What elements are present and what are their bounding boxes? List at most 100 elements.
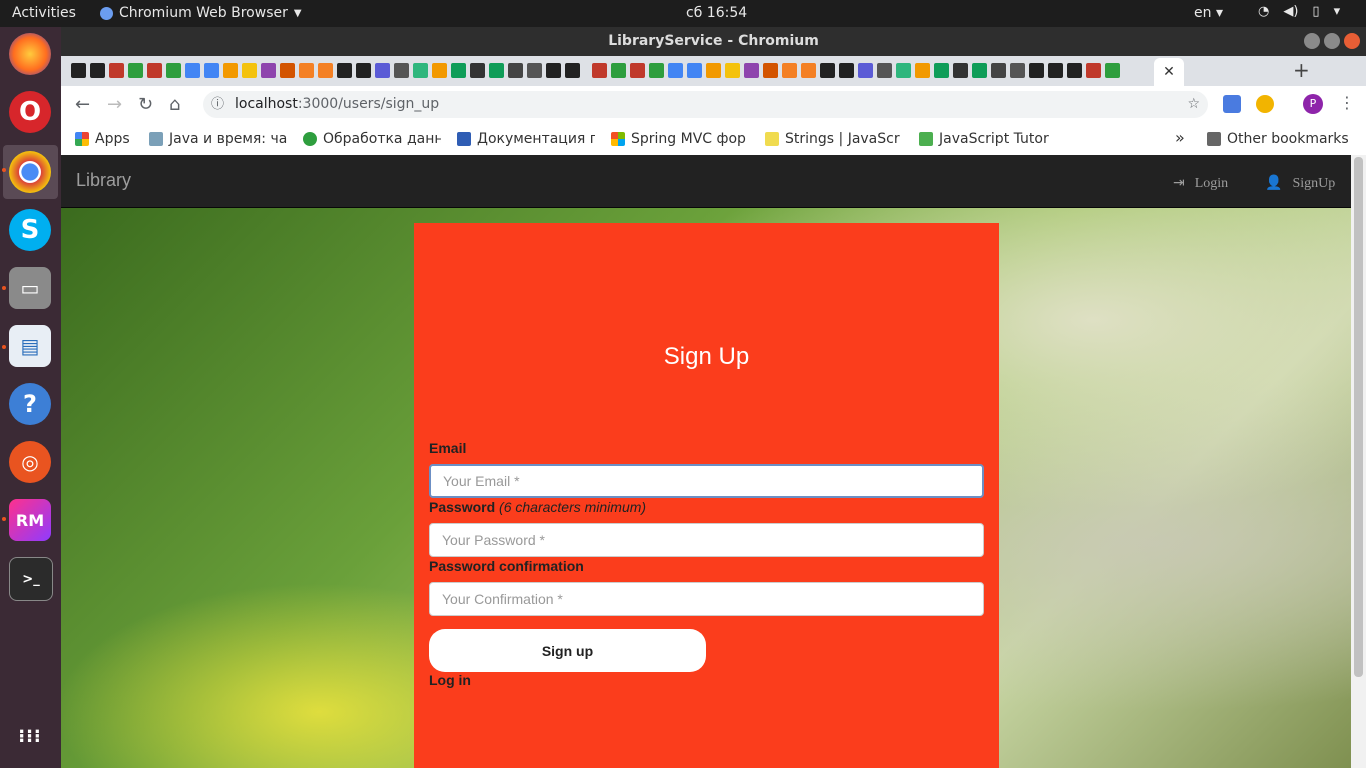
pinned-tab-favicon[interactable] bbox=[489, 63, 504, 78]
image-viewer-icon[interactable]: ▤ bbox=[9, 325, 51, 367]
pinned-tab-favicon[interactable] bbox=[630, 63, 645, 78]
login-link[interactable]: Log in bbox=[429, 672, 471, 688]
nav-signup-link[interactable]: 👤 SignUp bbox=[1265, 175, 1335, 192]
minimize-button[interactable] bbox=[1304, 33, 1320, 49]
brand-link[interactable]: Library bbox=[76, 170, 131, 191]
system-tray[interactable]: ◔ ◀) ▯ ▾ bbox=[1258, 4, 1340, 19]
bookmark-documentation[interactable]: Документация п bbox=[457, 131, 595, 147]
page-scrollbar[interactable] bbox=[1351, 155, 1366, 768]
pinned-tab-favicon[interactable] bbox=[991, 63, 1006, 78]
pinned-tab-favicon[interactable] bbox=[820, 63, 835, 78]
files-icon[interactable]: ▭ bbox=[9, 267, 51, 309]
pinned-tab-favicon[interactable] bbox=[706, 63, 721, 78]
pinned-tab-favicon[interactable] bbox=[801, 63, 816, 78]
signup-submit-button[interactable]: Sign up bbox=[429, 629, 706, 672]
pinned-tab-favicon[interactable] bbox=[934, 63, 949, 78]
firefox-icon[interactable] bbox=[9, 33, 51, 75]
pinned-tab-favicon[interactable] bbox=[744, 63, 759, 78]
pinned-tab-favicon[interactable] bbox=[90, 63, 105, 78]
address-bar[interactable]: ⓘ localhost:3000/users/sign_up ☆ bbox=[203, 91, 1208, 118]
pinned-tab-favicon[interactable] bbox=[592, 63, 607, 78]
pinned-tab-favicon[interactable] bbox=[185, 63, 200, 78]
bookmarks-overflow-button[interactable]: » bbox=[1175, 128, 1185, 147]
forward-button[interactable]: → bbox=[107, 94, 122, 115]
translate-extension-icon[interactable] bbox=[1223, 95, 1241, 113]
bookmark-spring-mvc[interactable]: Spring MVC фор bbox=[611, 131, 749, 147]
pinned-tab-favicon[interactable] bbox=[337, 63, 352, 78]
active-tab-close-button[interactable]: ✕ bbox=[1154, 58, 1184, 86]
extension-icon[interactable] bbox=[1256, 95, 1274, 113]
pinned-tab-favicon[interactable] bbox=[375, 63, 390, 78]
bookmark-apps[interactable]: Apps bbox=[75, 131, 137, 147]
site-info-icon[interactable]: ⓘ bbox=[211, 91, 224, 118]
pinned-tab-favicon[interactable] bbox=[763, 63, 778, 78]
pinned-tab-favicon[interactable] bbox=[413, 63, 428, 78]
bookmark-data-processing[interactable]: Обработка данн bbox=[303, 131, 441, 147]
terminal-icon[interactable]: >_ bbox=[9, 557, 53, 601]
pinned-tab-favicon[interactable] bbox=[1048, 63, 1063, 78]
pinned-tab-favicon[interactable] bbox=[166, 63, 181, 78]
pinned-tab-favicon[interactable] bbox=[394, 63, 409, 78]
pinned-tab-favicon[interactable] bbox=[1067, 63, 1082, 78]
other-bookmarks-folder[interactable]: Other bookmarks bbox=[1207, 131, 1349, 147]
clock[interactable]: сб 16:54 bbox=[686, 5, 747, 21]
pinned-tab-favicon[interactable] bbox=[782, 63, 797, 78]
opera-icon[interactable]: O bbox=[9, 91, 51, 133]
skype-icon[interactable]: S bbox=[9, 209, 51, 251]
reload-button[interactable]: ↻ bbox=[138, 94, 153, 115]
pinned-tab-favicon[interactable] bbox=[508, 63, 523, 78]
pinned-tab-favicon[interactable] bbox=[877, 63, 892, 78]
browser-menu-icon[interactable]: ⋮ bbox=[1339, 93, 1355, 112]
pinned-tab-favicon[interactable] bbox=[896, 63, 911, 78]
pinned-tab-favicon[interactable] bbox=[668, 63, 683, 78]
home-button[interactable]: ⌂ bbox=[169, 94, 180, 115]
nav-login-link[interactable]: ⇥ Login bbox=[1173, 175, 1228, 192]
pinned-tab-favicon[interactable] bbox=[565, 63, 580, 78]
pinned-tab-favicon[interactable] bbox=[858, 63, 873, 78]
email-input[interactable] bbox=[429, 464, 984, 498]
pinned-tab-favicon[interactable] bbox=[204, 63, 219, 78]
pinned-tab-favicon[interactable] bbox=[451, 63, 466, 78]
pinned-tab-favicon[interactable] bbox=[261, 63, 276, 78]
pinned-tab-favicon[interactable] bbox=[527, 63, 542, 78]
pinned-tab-favicon[interactable] bbox=[725, 63, 740, 78]
pinned-tab-favicon[interactable] bbox=[915, 63, 930, 78]
pinned-tab-favicon[interactable] bbox=[649, 63, 664, 78]
pinned-tab-favicon[interactable] bbox=[71, 63, 86, 78]
pinned-tab-favicon[interactable] bbox=[1105, 63, 1120, 78]
window-titlebar[interactable]: LibraryService - Chromium bbox=[61, 27, 1366, 56]
profile-avatar[interactable]: P bbox=[1303, 94, 1323, 114]
pinned-tab-favicon[interactable] bbox=[1029, 63, 1044, 78]
ubuntu-software-icon[interactable]: ◎ bbox=[9, 441, 51, 483]
pinned-tab-favicon[interactable] bbox=[109, 63, 124, 78]
chromium-icon[interactable] bbox=[9, 151, 51, 193]
close-window-button[interactable] bbox=[1344, 33, 1360, 49]
scrollbar-thumb[interactable] bbox=[1354, 157, 1363, 677]
pinned-tab-favicon[interactable] bbox=[972, 63, 987, 78]
bookmark-java-time[interactable]: Java и время: ча bbox=[149, 131, 287, 147]
pinned-tab-favicon[interactable] bbox=[546, 63, 561, 78]
pinned-tab-favicon[interactable] bbox=[299, 63, 314, 78]
pinned-tab-favicon[interactable] bbox=[470, 63, 485, 78]
pinned-tab-favicon[interactable] bbox=[687, 63, 702, 78]
pinned-tab-favicon[interactable] bbox=[611, 63, 626, 78]
password-input[interactable] bbox=[429, 523, 984, 557]
pinned-tab-favicon[interactable] bbox=[356, 63, 371, 78]
bookmark-strings-js[interactable]: Strings | JavaScr bbox=[765, 131, 903, 147]
pinned-tab-favicon[interactable] bbox=[318, 63, 333, 78]
rubymine-icon[interactable]: RM bbox=[9, 499, 51, 541]
help-icon[interactable]: ? bbox=[9, 383, 51, 425]
pinned-tab-favicon[interactable] bbox=[953, 63, 968, 78]
back-button[interactable]: ← bbox=[75, 94, 90, 115]
bookmark-star-icon[interactable]: ☆ bbox=[1187, 91, 1200, 118]
pinned-tab-favicon[interactable] bbox=[223, 63, 238, 78]
pinned-tab-favicon[interactable] bbox=[147, 63, 162, 78]
pinned-tab-favicon[interactable] bbox=[280, 63, 295, 78]
pinned-tab-favicon[interactable] bbox=[584, 63, 588, 78]
show-apps-icon[interactable]: ⁝⁝⁝ bbox=[9, 715, 51, 757]
language-indicator[interactable]: en ▾ bbox=[1194, 5, 1223, 21]
bookmark-js-tutorial[interactable]: JavaScript Tutor bbox=[919, 131, 1057, 147]
pinned-tab-favicon[interactable] bbox=[432, 63, 447, 78]
pinned-tab-favicon[interactable] bbox=[1010, 63, 1025, 78]
pinned-tab-favicon[interactable] bbox=[128, 63, 143, 78]
